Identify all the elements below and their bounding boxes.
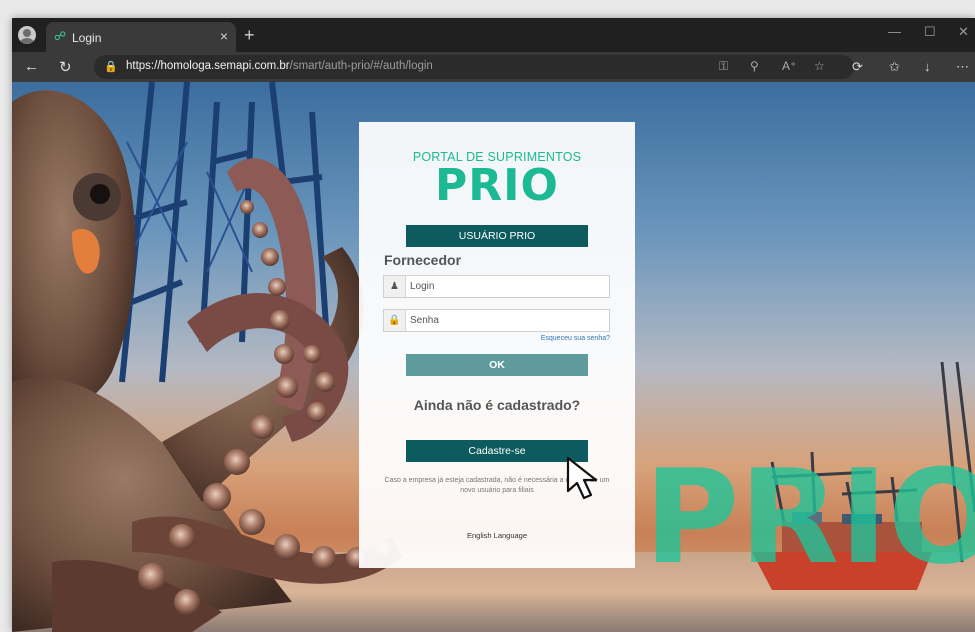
tab-title: Login [72, 31, 102, 45]
fornecedor-label: Fornecedor [384, 252, 462, 268]
lock-icon[interactable]: 🔒 [104, 60, 118, 73]
tab-close-icon[interactable]: × [220, 28, 228, 44]
key-icon[interactable]: ⚿ [719, 59, 728, 74]
senha-field[interactable]: 🔒 [383, 309, 610, 332]
url-path: /smart/auth-prio/#/auth/login [289, 60, 433, 72]
tab-strip: ☍ Login × + — ☐ ✕ [12, 18, 975, 52]
close-window-button[interactable]: ✕ [958, 24, 969, 40]
url-host: https://homologa.semapi.com.br [126, 60, 290, 72]
maximize-button[interactable]: ☐ [924, 24, 936, 40]
english-language-link[interactable]: English Language [359, 531, 635, 540]
browser-tab[interactable]: ☍ Login × [46, 22, 236, 52]
senha-input[interactable] [410, 312, 605, 329]
user-icon: ♟ [384, 276, 406, 297]
minimize-button[interactable]: — [888, 24, 901, 39]
extensions-icon[interactable]: ⟳ [852, 59, 863, 75]
zoom-icon[interactable]: ⚲ [750, 59, 759, 73]
more-icon[interactable]: ⋯ [956, 59, 969, 75]
prio-logo: PRIO [435, 160, 559, 211]
login-card: PORTAL DE SUPRIMENTOS PRIO USUÁRIO PRIO … [359, 122, 635, 568]
login-input[interactable] [410, 278, 605, 295]
register-button[interactable]: Cadastre-se [406, 440, 588, 462]
mouse-cursor-icon [566, 456, 598, 500]
usuario-prio-button[interactable]: USUÁRIO PRIO [406, 225, 588, 247]
page-viewport: PRIO PORTAL DE SUPRIMENTOS PRIO USUÁRIO … [12, 82, 975, 632]
ok-button[interactable]: OK [406, 354, 588, 376]
downloads-icon[interactable]: ↓ [924, 59, 931, 74]
address-bar[interactable]: 🔒 https://homologa.semapi.com.br/smart/a… [94, 55, 854, 79]
new-tab-button[interactable]: + [244, 25, 255, 46]
back-icon[interactable]: ← [24, 58, 39, 75]
refresh-icon[interactable]: ↻ [59, 58, 72, 76]
browser-toolbar: ← ↻ 🔒 https://homologa.semapi.com.br/sma… [12, 52, 975, 82]
profile-icon[interactable] [18, 26, 36, 44]
url-text[interactable]: https://homologa.semapi.com.br/smart/aut… [126, 60, 433, 72]
not-registered-heading: Ainda não é cadastrado? [413, 397, 581, 413]
lock-icon: 🔒 [384, 310, 406, 331]
read-aloud-icon[interactable]: A⁺ [782, 59, 796, 73]
tab-favicon-icon: ☍ [54, 29, 67, 43]
favorite-icon[interactable]: ☆ [814, 59, 825, 73]
favorites-icon[interactable]: ✩ [889, 59, 900, 75]
login-field[interactable]: ♟ [383, 275, 610, 298]
browser-window: ☍ Login × + — ☐ ✕ ← ↻ 🔒 https://homologa… [12, 18, 975, 632]
forgot-password-link[interactable]: Esqueceu sua senha? [541, 335, 610, 342]
